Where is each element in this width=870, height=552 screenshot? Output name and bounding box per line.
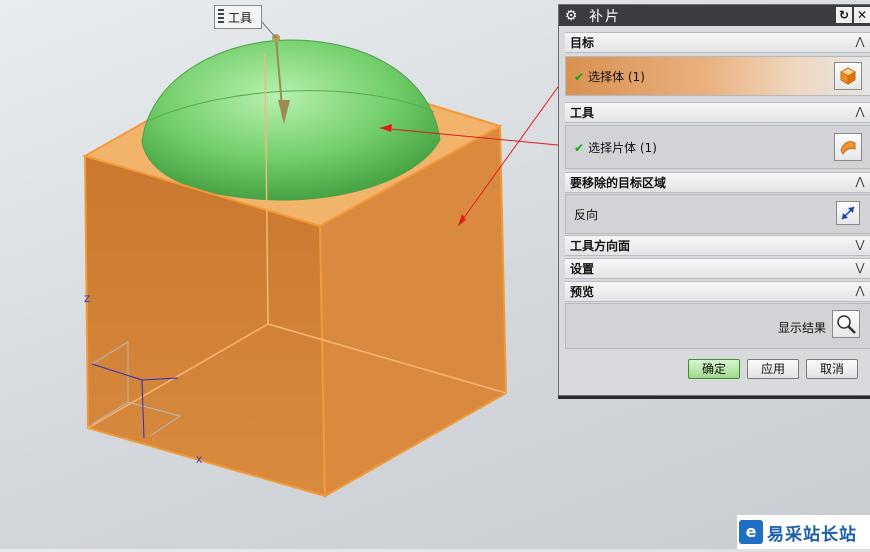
- tool-select-row[interactable]: ✔ 选择片体 (1): [565, 125, 870, 169]
- reverse-label: 反向: [574, 208, 599, 222]
- chevron-up-icon[interactable]: ⋀: [853, 283, 867, 299]
- patch-dome: [141, 39, 441, 201]
- reset-icon[interactable]: ↻: [836, 7, 852, 23]
- watermark-text: 易采站长站: [767, 524, 857, 545]
- cancel-button[interactable]: 取消: [806, 359, 858, 379]
- section-tool-label: 工具: [570, 106, 595, 120]
- reverse-row: 反向: [565, 194, 870, 234]
- sheet-body-icon: [840, 141, 856, 156]
- apply-button[interactable]: 应用: [747, 359, 799, 379]
- tool-select-text: 选择片体 (1): [588, 141, 657, 155]
- grip-icon: [218, 9, 224, 25]
- chevron-up-icon[interactable]: ⋀: [853, 174, 867, 190]
- check-icon: ✔: [574, 141, 585, 155]
- axis-z-label: Z: [84, 295, 90, 305]
- section-preview-header[interactable]: 预览 ⋀: [565, 281, 870, 302]
- solid-body-icon: [839, 67, 857, 85]
- chevron-down-icon[interactable]: ⋁: [853, 260, 867, 276]
- watermark-logo-icon: e: [739, 520, 763, 544]
- reverse-direction-icon: [841, 206, 855, 220]
- section-tool-direction-label: 工具方向面: [570, 239, 631, 253]
- section-remove-region-header[interactable]: 要移除的目标区域 ⋀: [565, 172, 870, 193]
- dialog-titlebar[interactable]: ⚙ 补片 ↻ ✕: [559, 5, 870, 26]
- section-settings-label: 设置: [570, 262, 595, 276]
- reverse-direction-button[interactable]: [836, 201, 860, 225]
- dialog-title: 补片: [589, 8, 621, 25]
- watermark: e 易采站长站: [737, 515, 870, 549]
- tool-selection-tag[interactable]: 工具: [214, 5, 262, 29]
- ok-button[interactable]: 确定: [688, 359, 740, 379]
- section-settings-header[interactable]: 设置 ⋁: [565, 258, 870, 279]
- show-result-button[interactable]: [832, 310, 860, 338]
- select-sheet-button[interactable]: [834, 133, 862, 161]
- close-icon[interactable]: ✕: [854, 7, 870, 23]
- select-body-button[interactable]: [834, 62, 862, 90]
- chevron-down-icon[interactable]: ⋁: [853, 237, 867, 253]
- target-select-text: 选择体 (1): [588, 70, 645, 84]
- section-tool-direction-header[interactable]: 工具方向面 ⋁: [565, 235, 870, 256]
- preview-row: 显示结果: [565, 303, 870, 349]
- target-select-row[interactable]: ✔ 选择体 (1): [565, 56, 870, 96]
- check-icon: ✔: [574, 70, 585, 84]
- section-target-header[interactable]: 目标 ⋀: [565, 32, 870, 53]
- gear-icon[interactable]: ⚙: [563, 8, 579, 24]
- section-preview-label: 预览: [570, 285, 595, 299]
- chevron-up-icon[interactable]: ⋀: [853, 34, 867, 50]
- axis-x-label: X: [196, 456, 202, 466]
- section-target-label: 目标: [570, 36, 595, 50]
- section-remove-region-label: 要移除的目标区域: [570, 176, 667, 190]
- show-result-label: 显示结果: [777, 321, 826, 335]
- magnifier-icon: [837, 315, 856, 334]
- section-tool-header[interactable]: 工具 ⋀: [565, 102, 870, 123]
- tool-tag-label: 工具: [228, 10, 253, 25]
- patch-dialog: ⚙ 补片 ↻ ✕ 目标 ⋀ ✔选择体 (1) 工具 ⋀ ✔选择片体 (1): [558, 4, 870, 396]
- chevron-up-icon[interactable]: ⋀: [853, 104, 867, 120]
